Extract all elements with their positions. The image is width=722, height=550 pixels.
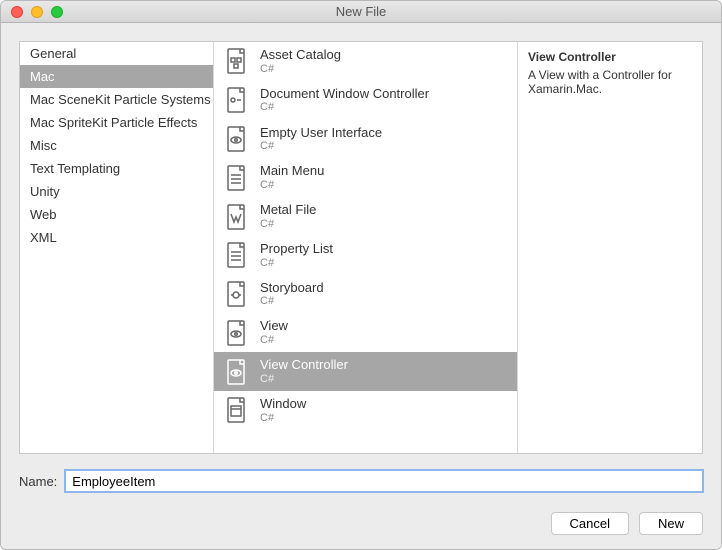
- category-item[interactable]: Misc: [20, 134, 213, 157]
- category-item[interactable]: Unity: [20, 180, 213, 203]
- template-item[interactable]: Property ListC#: [214, 236, 517, 275]
- category-item[interactable]: Text Templating: [20, 157, 213, 180]
- template-name: View Controller: [260, 357, 348, 373]
- template-subtitle: C#: [260, 179, 324, 192]
- template-text: Main MenuC#: [260, 163, 324, 192]
- category-item[interactable]: Mac SpriteKit Particle Effects: [20, 111, 213, 134]
- window-title: New File: [1, 4, 721, 19]
- template-text: Document Window ControllerC#: [260, 86, 429, 115]
- name-row: Name:: [1, 464, 721, 502]
- detail-description: A View with a Controller for Xamarin.Mac…: [528, 68, 692, 96]
- titlebar: New File: [1, 1, 721, 23]
- template-subtitle: C#: [260, 257, 333, 270]
- template-item[interactable]: Empty User InterfaceC#: [214, 120, 517, 159]
- template-text: View ControllerC#: [260, 357, 348, 386]
- template-name: Main Menu: [260, 163, 324, 179]
- template-item[interactable]: Metal FileC#: [214, 197, 517, 236]
- template-list[interactable]: Asset CatalogC#Document Window Controlle…: [214, 42, 518, 453]
- template-text: Empty User InterfaceC#: [260, 125, 382, 154]
- template-subtitle: C#: [260, 295, 324, 308]
- dialog-content: GeneralMacMac SceneKit Particle SystemsM…: [1, 23, 721, 549]
- template-item[interactable]: StoryboardC#: [214, 275, 517, 314]
- detail-panel: View Controller A View with a Controller…: [518, 42, 702, 453]
- template-name: Empty User Interface: [260, 125, 382, 141]
- cancel-button[interactable]: Cancel: [551, 512, 629, 535]
- file-icon: [222, 319, 250, 347]
- template-subtitle: C#: [260, 373, 348, 386]
- template-text: StoryboardC#: [260, 280, 324, 309]
- template-text: Asset CatalogC#: [260, 47, 341, 76]
- template-item[interactable]: ViewC#: [214, 313, 517, 352]
- template-subtitle: C#: [260, 218, 316, 231]
- file-icon: [222, 358, 250, 386]
- template-text: WindowC#: [260, 396, 306, 425]
- template-item[interactable]: Document Window ControllerC#: [214, 81, 517, 120]
- template-name: Document Window Controller: [260, 86, 429, 102]
- button-row: Cancel New: [1, 502, 721, 549]
- template-text: Property ListC#: [260, 241, 333, 270]
- file-icon: [222, 164, 250, 192]
- file-icon: [222, 47, 250, 75]
- template-name: Metal File: [260, 202, 316, 218]
- template-name: Property List: [260, 241, 333, 257]
- template-item[interactable]: Main MenuC#: [214, 158, 517, 197]
- template-text: Metal FileC#: [260, 202, 316, 231]
- template-item[interactable]: WindowC#: [214, 391, 517, 430]
- file-icon: [222, 86, 250, 114]
- detail-title: View Controller: [528, 50, 692, 64]
- name-label: Name:: [19, 474, 57, 489]
- category-item[interactable]: Web: [20, 203, 213, 226]
- panels: GeneralMacMac SceneKit Particle SystemsM…: [19, 41, 703, 454]
- template-item[interactable]: Asset CatalogC#: [214, 42, 517, 81]
- template-subtitle: C#: [260, 101, 429, 114]
- template-name: Storyboard: [260, 280, 324, 296]
- category-item[interactable]: Mac: [20, 65, 213, 88]
- template-subtitle: C#: [260, 63, 341, 76]
- template-name: Asset Catalog: [260, 47, 341, 63]
- file-icon: [222, 125, 250, 153]
- name-input[interactable]: [65, 470, 703, 492]
- category-item[interactable]: XML: [20, 226, 213, 249]
- template-text: ViewC#: [260, 318, 288, 347]
- template-subtitle: C#: [260, 412, 306, 425]
- template-name: Window: [260, 396, 306, 412]
- new-file-dialog: New File GeneralMacMac SceneKit Particle…: [0, 0, 722, 550]
- category-list[interactable]: GeneralMacMac SceneKit Particle SystemsM…: [20, 42, 214, 453]
- file-icon: [222, 241, 250, 269]
- category-item[interactable]: General: [20, 42, 213, 65]
- template-subtitle: C#: [260, 140, 382, 153]
- template-subtitle: C#: [260, 334, 288, 347]
- new-button[interactable]: New: [639, 512, 703, 535]
- file-icon: [222, 396, 250, 424]
- category-item[interactable]: Mac SceneKit Particle Systems: [20, 88, 213, 111]
- file-icon: [222, 203, 250, 231]
- template-name: View: [260, 318, 288, 334]
- file-icon: [222, 280, 250, 308]
- template-item[interactable]: View ControllerC#: [214, 352, 517, 391]
